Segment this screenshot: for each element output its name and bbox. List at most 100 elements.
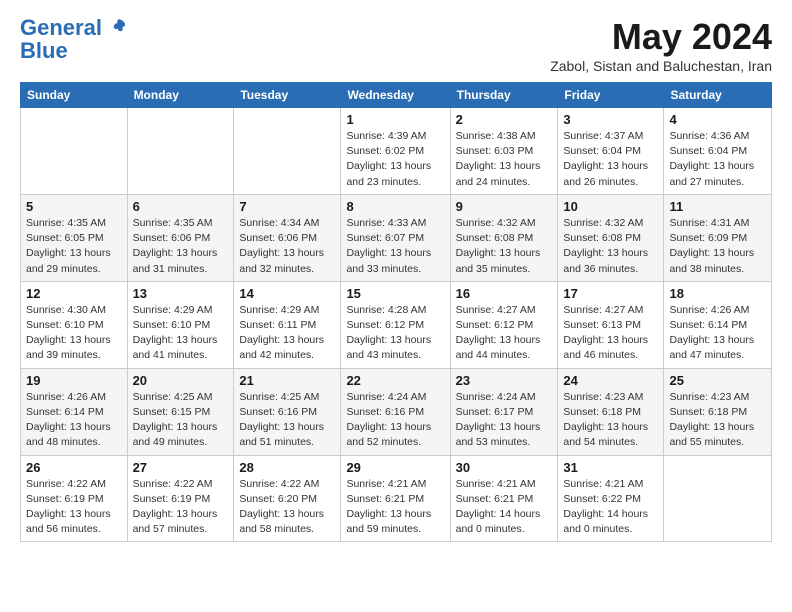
day-info: Sunrise: 4:35 AMSunset: 6:06 PMDaylight:… xyxy=(133,216,229,277)
day-info: Sunrise: 4:35 AMSunset: 6:05 PMDaylight:… xyxy=(26,216,122,277)
col-header-friday: Friday xyxy=(558,83,664,108)
day-number: 25 xyxy=(669,373,766,388)
day-info: Sunrise: 4:24 AMSunset: 6:17 PMDaylight:… xyxy=(456,390,553,451)
page: General Blue May 2024 Zabol, Sistan and … xyxy=(0,0,792,558)
calendar-cell: 12 Sunrise: 4:30 AMSunset: 6:10 PMDayligh… xyxy=(21,281,128,368)
calendar-cell: 28 Sunrise: 4:22 AMSunset: 6:20 PMDayligh… xyxy=(234,455,341,542)
logo-text-blue: Blue xyxy=(20,40,68,62)
col-header-sunday: Sunday xyxy=(21,83,128,108)
day-number: 20 xyxy=(133,373,229,388)
calendar-cell: 4 Sunrise: 4:36 AMSunset: 6:04 PMDaylight… xyxy=(664,108,772,195)
col-header-thursday: Thursday xyxy=(450,83,558,108)
day-number: 23 xyxy=(456,373,553,388)
day-info: Sunrise: 4:22 AMSunset: 6:19 PMDaylight:… xyxy=(133,477,229,538)
day-number: 30 xyxy=(456,460,553,475)
day-info: Sunrise: 4:38 AMSunset: 6:03 PMDaylight:… xyxy=(456,129,553,190)
calendar-week-2: 5 Sunrise: 4:35 AMSunset: 6:05 PMDaylight… xyxy=(21,194,772,281)
day-info: Sunrise: 4:26 AMSunset: 6:14 PMDaylight:… xyxy=(669,303,766,364)
month-title: May 2024 xyxy=(550,16,772,58)
calendar-cell: 1 Sunrise: 4:39 AMSunset: 6:02 PMDaylight… xyxy=(341,108,450,195)
day-info: Sunrise: 4:26 AMSunset: 6:14 PMDaylight:… xyxy=(26,390,122,451)
day-number: 7 xyxy=(239,199,335,214)
day-number: 18 xyxy=(669,286,766,301)
day-info: Sunrise: 4:29 AMSunset: 6:11 PMDaylight:… xyxy=(239,303,335,364)
calendar-cell: 15Sunrise: 4:28 AMSunset: 6:12 PMDayligh… xyxy=(341,281,450,368)
day-info: Sunrise: 4:36 AMSunset: 6:04 PMDaylight:… xyxy=(669,129,766,190)
day-number: 3 xyxy=(563,112,658,127)
calendar-cell xyxy=(21,108,128,195)
calendar-cell xyxy=(234,108,341,195)
calendar-cell: 27 Sunrise: 4:22 AMSunset: 6:19 PMDayligh… xyxy=(127,455,234,542)
day-info: Sunrise: 4:33 AMSunset: 6:07 PMDaylight:… xyxy=(346,216,444,277)
calendar-cell: 11 Sunrise: 4:31 AMSunset: 6:09 PMDayligh… xyxy=(664,194,772,281)
header: General Blue May 2024 Zabol, Sistan and … xyxy=(20,16,772,74)
day-number: 5 xyxy=(26,199,122,214)
day-number: 1 xyxy=(346,112,444,127)
day-number: 16 xyxy=(456,286,553,301)
day-number: 22 xyxy=(346,373,444,388)
day-info: Sunrise: 4:23 AMSunset: 6:18 PMDaylight:… xyxy=(669,390,766,451)
calendar-cell: 9Sunrise: 4:32 AMSunset: 6:08 PMDaylight… xyxy=(450,194,558,281)
calendar-cell: 20 Sunrise: 4:25 AMSunset: 6:15 PMDayligh… xyxy=(127,368,234,455)
logo-text-general: General xyxy=(20,16,128,40)
calendar-week-4: 19Sunrise: 4:26 AMSunset: 6:14 PMDayligh… xyxy=(21,368,772,455)
day-number: 9 xyxy=(456,199,553,214)
calendar-cell: 18 Sunrise: 4:26 AMSunset: 6:14 PMDayligh… xyxy=(664,281,772,368)
calendar-cell xyxy=(127,108,234,195)
logo-bird-icon xyxy=(110,17,128,35)
day-number: 10 xyxy=(563,199,658,214)
day-number: 17 xyxy=(563,286,658,301)
logo-line: General xyxy=(20,16,128,40)
calendar-cell xyxy=(664,455,772,542)
day-number: 6 xyxy=(133,199,229,214)
calendar-week-5: 26Sunrise: 4:22 AMSunset: 6:19 PMDayligh… xyxy=(21,455,772,542)
day-info: Sunrise: 4:27 AMSunset: 6:12 PMDaylight:… xyxy=(456,303,553,364)
calendar-week-1: 1 Sunrise: 4:39 AMSunset: 6:02 PMDaylight… xyxy=(21,108,772,195)
day-info: Sunrise: 4:39 AMSunset: 6:02 PMDaylight:… xyxy=(346,129,444,190)
calendar-cell: 10Sunrise: 4:32 AMSunset: 6:08 PMDayligh… xyxy=(558,194,664,281)
calendar-week-3: 12 Sunrise: 4:30 AMSunset: 6:10 PMDayligh… xyxy=(21,281,772,368)
day-number: 14 xyxy=(239,286,335,301)
day-number: 13 xyxy=(133,286,229,301)
calendar-cell: 17 Sunrise: 4:27 AMSunset: 6:13 PMDayligh… xyxy=(558,281,664,368)
day-number: 12 xyxy=(26,286,122,301)
day-number: 8 xyxy=(346,199,444,214)
calendar-cell: 23 Sunrise: 4:24 AMSunset: 6:17 PMDayligh… xyxy=(450,368,558,455)
col-header-tuesday: Tuesday xyxy=(234,83,341,108)
day-number: 24 xyxy=(563,373,658,388)
calendar-cell: 8 Sunrise: 4:33 AMSunset: 6:07 PMDaylight… xyxy=(341,194,450,281)
header-row: SundayMondayTuesdayWednesdayThursdayFrid… xyxy=(21,83,772,108)
calendar-cell: 24Sunrise: 4:23 AMSunset: 6:18 PMDayligh… xyxy=(558,368,664,455)
day-info: Sunrise: 4:31 AMSunset: 6:09 PMDaylight:… xyxy=(669,216,766,277)
day-number: 2 xyxy=(456,112,553,127)
logo: General Blue xyxy=(20,16,128,62)
calendar-cell: 25 Sunrise: 4:23 AMSunset: 6:18 PMDayligh… xyxy=(664,368,772,455)
location-subtitle: Zabol, Sistan and Baluchestan, Iran xyxy=(550,58,772,74)
calendar-cell: 16 Sunrise: 4:27 AMSunset: 6:12 PMDayligh… xyxy=(450,281,558,368)
day-info: Sunrise: 4:25 AMSunset: 6:16 PMDaylight:… xyxy=(239,390,335,451)
day-number: 29 xyxy=(346,460,444,475)
day-number: 27 xyxy=(133,460,229,475)
day-number: 21 xyxy=(239,373,335,388)
day-number: 15 xyxy=(346,286,444,301)
day-info: Sunrise: 4:30 AMSunset: 6:10 PMDaylight:… xyxy=(26,303,122,364)
day-info: Sunrise: 4:21 AMSunset: 6:21 PMDaylight:… xyxy=(346,477,444,538)
calendar-cell: 30 Sunrise: 4:21 AMSunset: 6:21 PMDayligh… xyxy=(450,455,558,542)
col-header-monday: Monday xyxy=(127,83,234,108)
calendar-cell: 2 Sunrise: 4:38 AMSunset: 6:03 PMDaylight… xyxy=(450,108,558,195)
calendar-cell: 14 Sunrise: 4:29 AMSunset: 6:11 PMDayligh… xyxy=(234,281,341,368)
day-info: Sunrise: 4:22 AMSunset: 6:19 PMDaylight:… xyxy=(26,477,122,538)
day-info: Sunrise: 4:25 AMSunset: 6:15 PMDaylight:… xyxy=(133,390,229,451)
day-info: Sunrise: 4:22 AMSunset: 6:20 PMDaylight:… xyxy=(239,477,335,538)
calendar-cell: 19Sunrise: 4:26 AMSunset: 6:14 PMDayligh… xyxy=(21,368,128,455)
col-header-saturday: Saturday xyxy=(664,83,772,108)
calendar-cell: 21 Sunrise: 4:25 AMSunset: 6:16 PMDayligh… xyxy=(234,368,341,455)
day-number: 28 xyxy=(239,460,335,475)
day-info: Sunrise: 4:21 AMSunset: 6:21 PMDaylight:… xyxy=(456,477,553,538)
logo-blue: General xyxy=(20,15,102,40)
day-info: Sunrise: 4:34 AMSunset: 6:06 PMDaylight:… xyxy=(239,216,335,277)
calendar-cell: 13Sunrise: 4:29 AMSunset: 6:10 PMDayligh… xyxy=(127,281,234,368)
day-info: Sunrise: 4:27 AMSunset: 6:13 PMDaylight:… xyxy=(563,303,658,364)
day-number: 11 xyxy=(669,199,766,214)
day-number: 4 xyxy=(669,112,766,127)
